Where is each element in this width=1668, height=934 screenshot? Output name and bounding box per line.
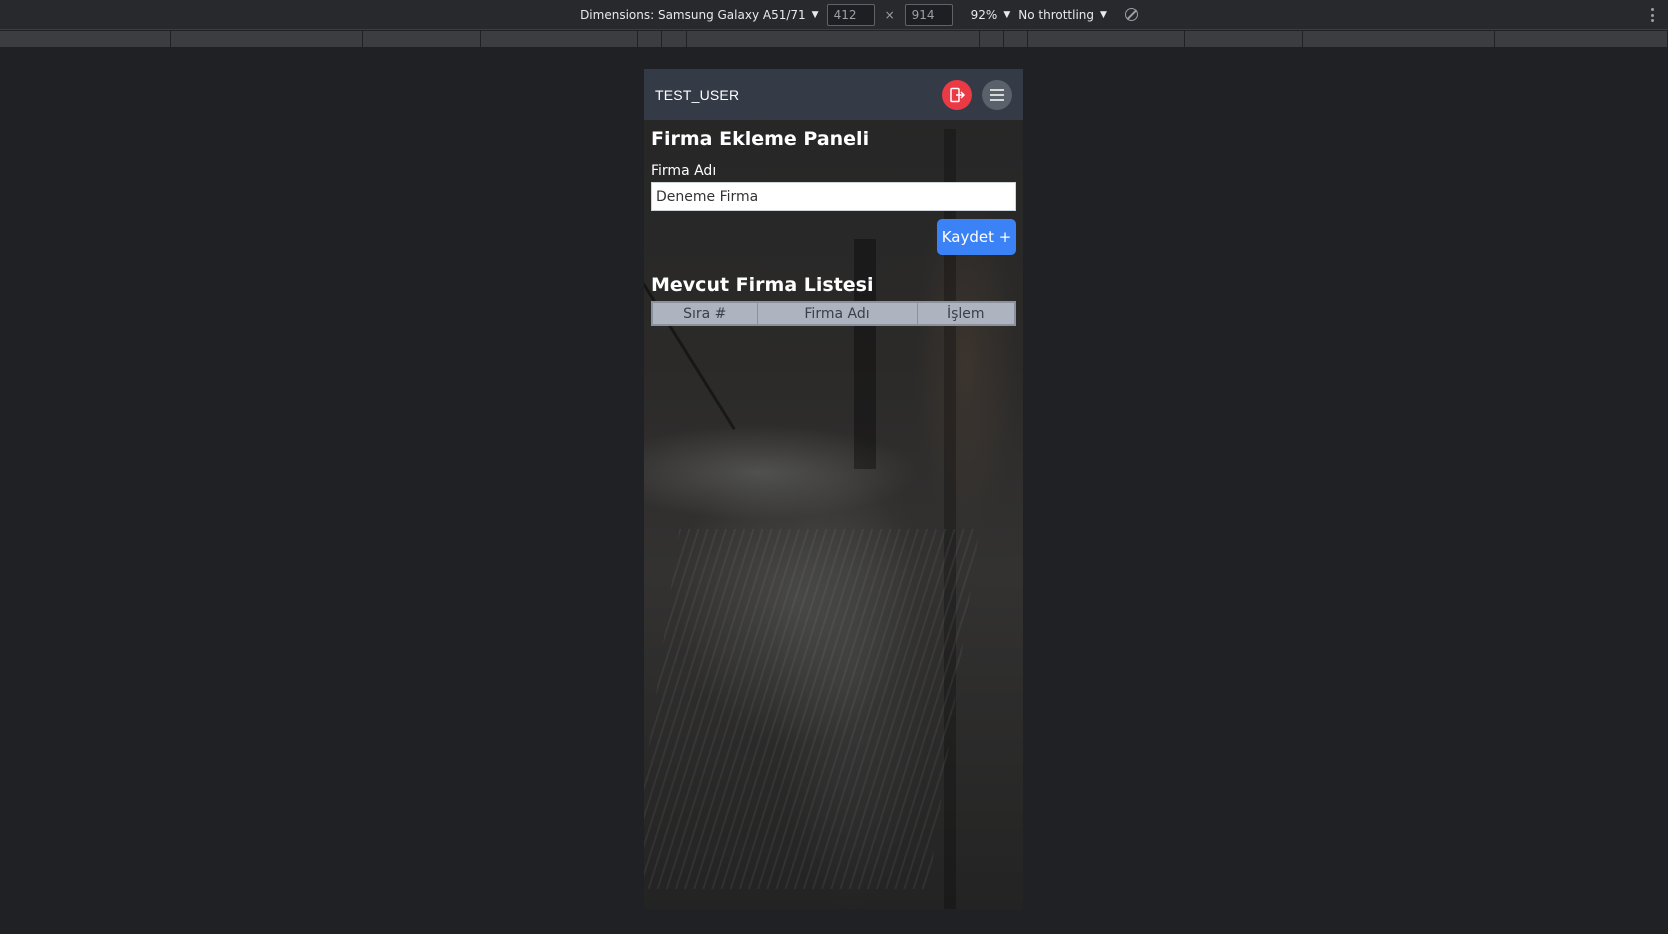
media-query-segment[interactable] — [980, 31, 1004, 47]
media-query-segment[interactable] — [1028, 31, 1185, 47]
zoom-select[interactable]: 92% ▼ — [971, 8, 1011, 22]
media-query-segment[interactable] — [171, 31, 363, 47]
column-header-index: Sıra # — [652, 302, 758, 325]
column-header-firm-name: Firma Adı — [757, 302, 918, 325]
firm-name-input[interactable] — [651, 182, 1016, 211]
media-query-segment[interactable] — [481, 31, 638, 47]
throttling-select[interactable]: No throttling ▼ — [1018, 8, 1107, 22]
app-header: TEST_USER — [644, 69, 1023, 120]
media-query-segment[interactable] — [638, 31, 662, 47]
page-title: Firma Ekleme Paneli — [651, 128, 870, 150]
firm-panel: Firma Ekleme Paneli Firma Adı Kaydet + M… — [651, 120, 1016, 326]
kebab-menu-icon[interactable] — [1651, 8, 1654, 22]
menu-button[interactable] — [982, 79, 1012, 110]
logout-button[interactable] — [942, 79, 972, 110]
media-query-segment[interactable] — [662, 31, 687, 47]
rotate-icon[interactable] — [1124, 8, 1138, 21]
media-query-segment[interactable] — [1185, 31, 1303, 47]
logout-icon — [950, 87, 965, 102]
media-query-segment[interactable] — [687, 31, 980, 47]
media-query-segment[interactable] — [1303, 31, 1495, 47]
media-query-bar — [0, 31, 1668, 47]
hamburger-menu-icon — [990, 88, 1004, 101]
media-query-segment[interactable] — [1004, 31, 1028, 47]
table-header-row: Sıra # Firma Adı İşlem — [652, 302, 1015, 325]
firm-table: Sıra # Firma Adı İşlem — [651, 301, 1016, 326]
viewport-width-input[interactable] — [826, 3, 875, 26]
media-query-segment[interactable] — [1495, 31, 1668, 47]
media-query-segment[interactable] — [0, 31, 171, 47]
throttling-label: No throttling — [1018, 7, 1095, 22]
dimension-separator: × — [884, 7, 895, 22]
device-viewport: TEST_USER Firma Ekleme Paneli Firma Adı … — [644, 69, 1023, 909]
device-select[interactable]: Dimensions: Samsung Galaxy A51/71 ▼ — [580, 8, 819, 22]
zoom-label: 92% — [970, 7, 998, 22]
save-button[interactable]: Kaydet + — [937, 219, 1016, 255]
chevron-down-icon: ▼ — [811, 9, 819, 20]
device-select-label: Dimensions: Samsung Galaxy A51/71 — [580, 7, 806, 22]
viewport-height-input[interactable] — [904, 3, 953, 26]
firm-list-title: Mevcut Firma Listesi — [651, 274, 874, 296]
chevron-down-icon: ▼ — [1003, 9, 1011, 20]
devtools-device-toolbar: Dimensions: Samsung Galaxy A51/71 ▼ × 92… — [0, 0, 1668, 30]
media-query-segment[interactable] — [363, 31, 481, 47]
username-label: TEST_USER — [655, 86, 740, 103]
column-header-action: İşlem — [946, 305, 985, 322]
firm-name-label: Firma Adı — [651, 163, 717, 179]
chevron-down-icon: ▼ — [1100, 9, 1107, 20]
